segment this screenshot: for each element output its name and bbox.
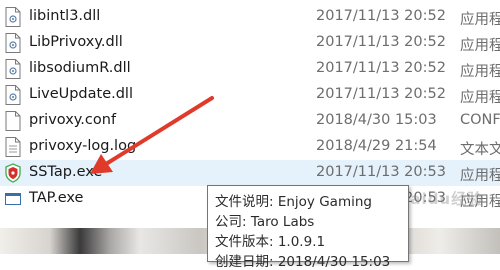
red-arrow-annotation bbox=[90, 96, 214, 174]
